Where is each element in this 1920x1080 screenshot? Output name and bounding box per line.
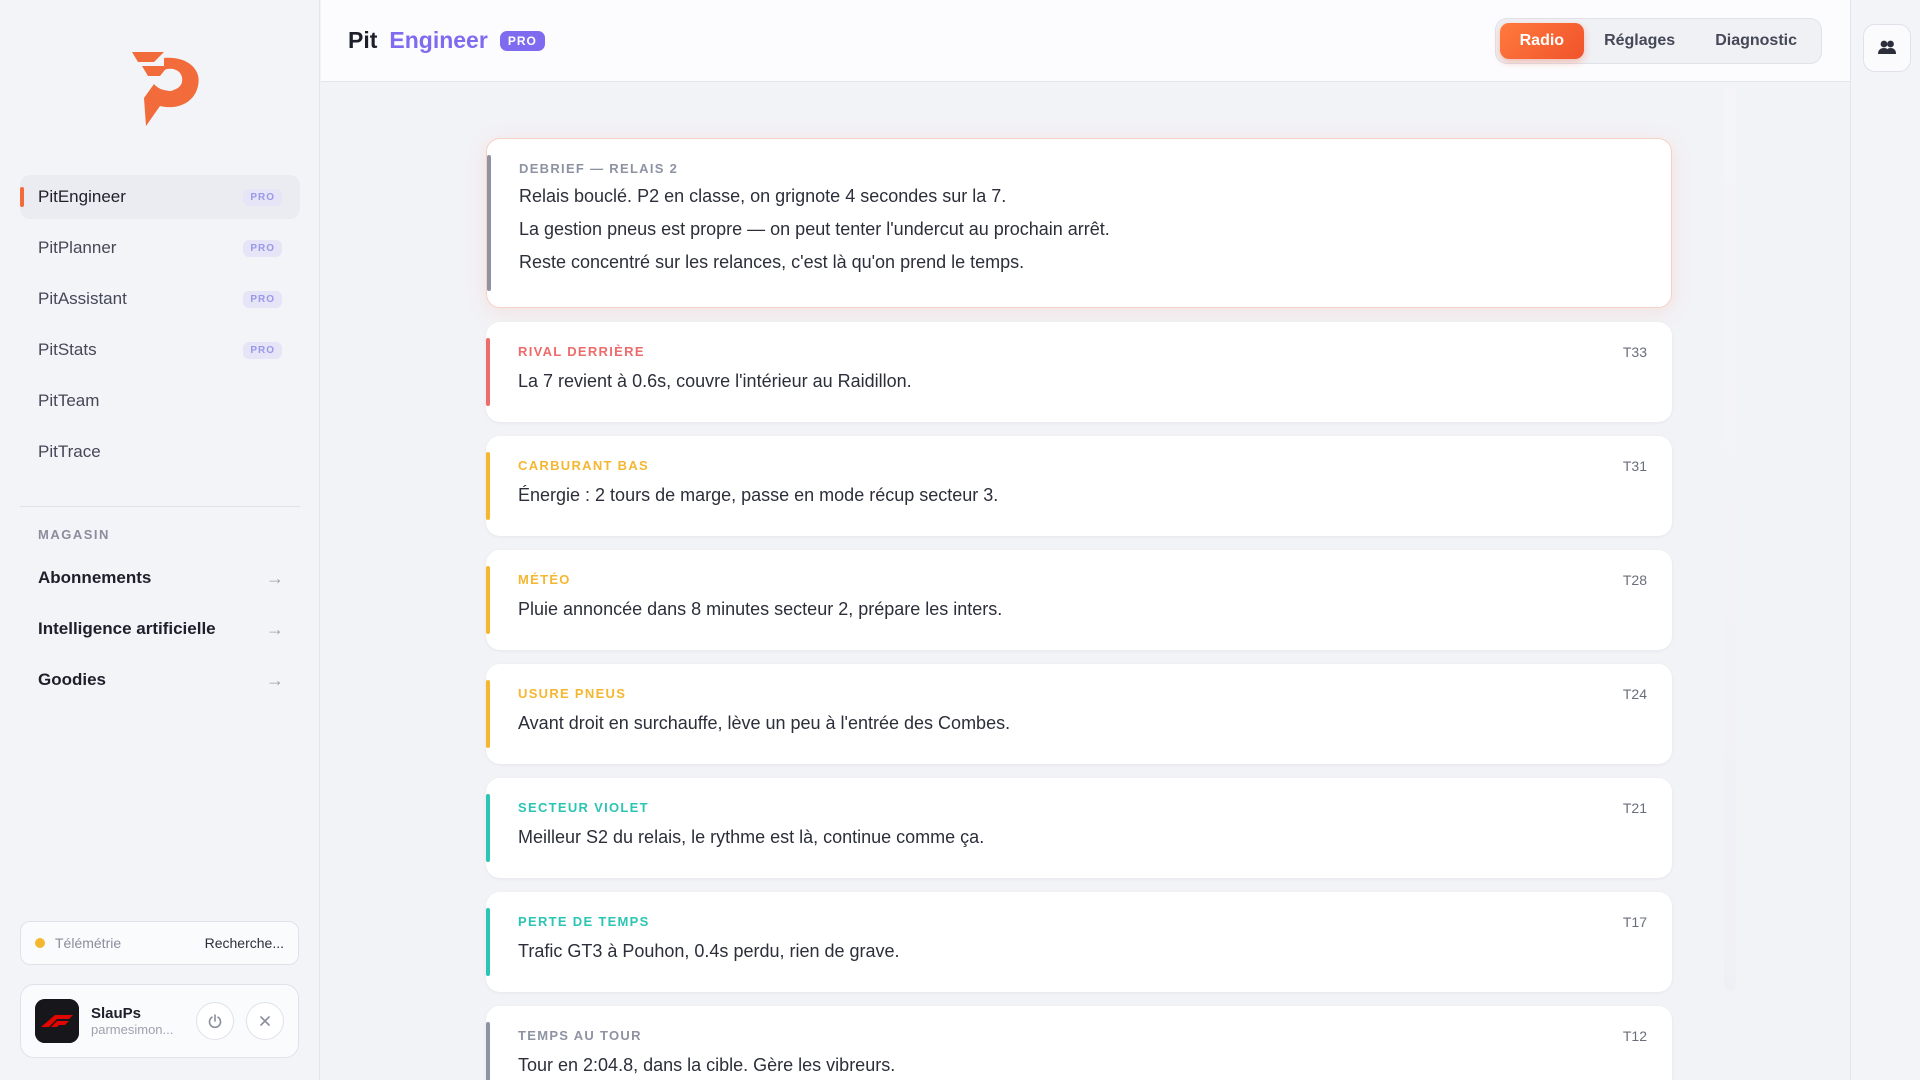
sidebar-item-pitteam[interactable]: PitTeam xyxy=(20,379,300,423)
user-info: SlauPs parmesimon... xyxy=(91,1005,184,1037)
message-lap: T17 xyxy=(1622,914,1647,930)
radio-feed: DEBRIEF — RELAIS 2 Relais bouclé. P2 en … xyxy=(486,138,1672,1080)
debrief-line: Reste concentré sur les relances, c'est … xyxy=(519,252,1025,272)
product-nav: PitEngineer PRO PitPlanner PRO PitAssist… xyxy=(20,175,300,481)
radio-message[interactable]: SECTEUR VIOLET T21 Meilleur S2 du relais… xyxy=(486,778,1672,878)
brand-engineer: Engineer xyxy=(389,27,488,53)
telemetry-state: Recherche... xyxy=(204,935,284,951)
message-tag: RIVAL DERRIÈRE xyxy=(518,344,645,359)
sidebar-item-label: PitAssistant xyxy=(38,289,127,308)
message-lap: T28 xyxy=(1622,572,1647,588)
sidebar-item-label: PitStats xyxy=(38,340,97,359)
sidebar-item-pitassistant[interactable]: PitAssistant PRO xyxy=(20,277,300,321)
sidebar: PitEngineer PRO PitPlanner PRO PitAssist… xyxy=(0,0,320,1080)
message-text: La 7 revient à 0.6s, couvre l'intérieur … xyxy=(518,371,912,391)
message-lap: T21 xyxy=(1622,800,1647,816)
close-button[interactable] xyxy=(246,1002,284,1040)
right-rail xyxy=(1850,0,1920,1080)
telemetry-label: Télémétrie xyxy=(55,935,122,951)
pro-badge: PRO xyxy=(243,188,282,206)
message-tag: DEBRIEF — RELAIS 2 xyxy=(519,161,679,176)
sidebar-divider xyxy=(20,506,300,507)
message-text: Trafic GT3 à Pouhon, 0.4s perdu, rien de… xyxy=(518,941,900,961)
view-tabs: Radio Réglages Diagnostic xyxy=(1494,18,1822,64)
avatar xyxy=(35,999,79,1043)
sidebar-item-label: PitPlanner xyxy=(38,238,117,257)
sidebar-item-label: PitEngineer xyxy=(38,187,126,206)
page-title: Pit Engineer PRO xyxy=(348,27,545,54)
debrief-card[interactable]: DEBRIEF — RELAIS 2 Relais bouclé. P2 en … xyxy=(486,138,1672,308)
radio-message[interactable]: USURE PNEUS T24 Avant droit en surchauff… xyxy=(486,664,1672,764)
tab-reglages[interactable]: Réglages xyxy=(1584,23,1695,59)
top-header: Pit Engineer PRO Radio Réglages Diagnost… xyxy=(321,0,1850,82)
message-lap: T24 xyxy=(1622,686,1647,702)
sidebar-item-pitengineer[interactable]: PitEngineer PRO xyxy=(20,175,300,219)
shop-item-label: Intelligence artificielle xyxy=(38,619,216,638)
power-icon xyxy=(208,1014,222,1029)
brand-pit: Pit xyxy=(348,27,378,53)
arrow-right-icon: → xyxy=(266,618,284,639)
message-text: Tour en 2:04.8, dans la cible. Gère les … xyxy=(518,1055,896,1075)
shop-section-title: MAGASIN xyxy=(38,527,110,542)
shop-item-label: Goodies xyxy=(38,670,107,689)
user-name: SlauPs xyxy=(91,1005,142,1022)
message-text: Pluie annoncée dans 8 minutes secteur 2,… xyxy=(518,599,1003,619)
message-text: Meilleur S2 du relais, le rythme est là,… xyxy=(518,827,985,847)
team-icon xyxy=(1878,40,1896,54)
message-tag: CARBURANT BAS xyxy=(518,458,650,473)
pro-badge: PRO xyxy=(499,30,545,51)
debrief-lines: Relais bouclé. P2 en classe, on grignote… xyxy=(519,180,1645,279)
radio-message[interactable]: RIVAL DERRIÈRE T33 La 7 revient à 0.6s, … xyxy=(486,322,1672,422)
message-tag: PERTE DE TEMPS xyxy=(518,914,650,929)
debrief-line: La gestion pneus est propre — on peut te… xyxy=(519,219,1110,239)
radio-message[interactable]: TEMPS AU TOUR T12 Tour en 2:04.8, dans l… xyxy=(486,1006,1672,1080)
team-button[interactable] xyxy=(1863,24,1911,72)
radio-message[interactable]: MÉTÉO T28 Pluie annoncée dans 8 minutes … xyxy=(486,550,1672,650)
user-card: SlauPs parmesimon... xyxy=(20,984,299,1058)
tab-radio[interactable]: Radio xyxy=(1499,23,1585,59)
message-tag: TEMPS AU TOUR xyxy=(518,1028,642,1043)
pro-badge: PRO xyxy=(243,341,282,359)
message-lap: T33 xyxy=(1622,344,1647,360)
telemetry-status[interactable]: Télémétrie Recherche... xyxy=(20,921,299,965)
sidebar-item-label: PitTrace xyxy=(38,442,101,461)
sidebar-item-label: PitTeam xyxy=(38,391,100,410)
message-lap: T12 xyxy=(1622,1028,1647,1044)
power-button[interactable] xyxy=(196,1002,234,1040)
message-tag: USURE PNEUS xyxy=(518,686,627,701)
pit-logo-icon[interactable] xyxy=(124,48,208,126)
f1-logo-icon xyxy=(35,999,79,1043)
sidebar-item-pitstats[interactable]: PitStats PRO xyxy=(20,328,300,372)
status-dot-icon xyxy=(35,938,45,948)
pro-badge: PRO xyxy=(243,239,282,257)
shop-item-intelligence-artificielle[interactable]: Intelligence artificielle → xyxy=(20,607,300,651)
debrief-line: Relais bouclé. P2 en classe, on grignote… xyxy=(519,186,1007,206)
shop-nav: Abonnements → Intelligence artificielle … xyxy=(20,556,300,709)
close-icon xyxy=(260,1016,270,1026)
radio-message[interactable]: PERTE DE TEMPS T17 Trafic GT3 à Pouhon, … xyxy=(486,892,1672,992)
message-tag: MÉTÉO xyxy=(518,572,571,587)
shop-item-goodies[interactable]: Goodies → xyxy=(20,658,300,702)
shop-item-label: Abonnements xyxy=(38,568,152,587)
pro-badge: PRO xyxy=(243,290,282,308)
user-email: parmesimon... xyxy=(91,1022,174,1037)
tab-diagnostic[interactable]: Diagnostic xyxy=(1695,23,1817,59)
message-text: Énergie : 2 tours de marge, passe en mod… xyxy=(518,485,999,505)
arrow-right-icon: → xyxy=(266,567,284,588)
sidebar-item-pitplanner[interactable]: PitPlanner PRO xyxy=(20,226,300,270)
message-lap: T31 xyxy=(1622,458,1647,474)
message-tag: SECTEUR VIOLET xyxy=(518,800,649,815)
radio-message[interactable]: CARBURANT BAS T31 Énergie : 2 tours de m… xyxy=(486,436,1672,536)
arrow-right-icon: → xyxy=(266,669,284,690)
sidebar-item-pittrace[interactable]: PitTrace xyxy=(20,430,300,474)
scrollbar[interactable] xyxy=(1724,86,1736,991)
shop-item-abonnements[interactable]: Abonnements → xyxy=(20,556,300,600)
message-text: Avant droit en surchauffe, lève un peu à… xyxy=(518,713,1011,733)
